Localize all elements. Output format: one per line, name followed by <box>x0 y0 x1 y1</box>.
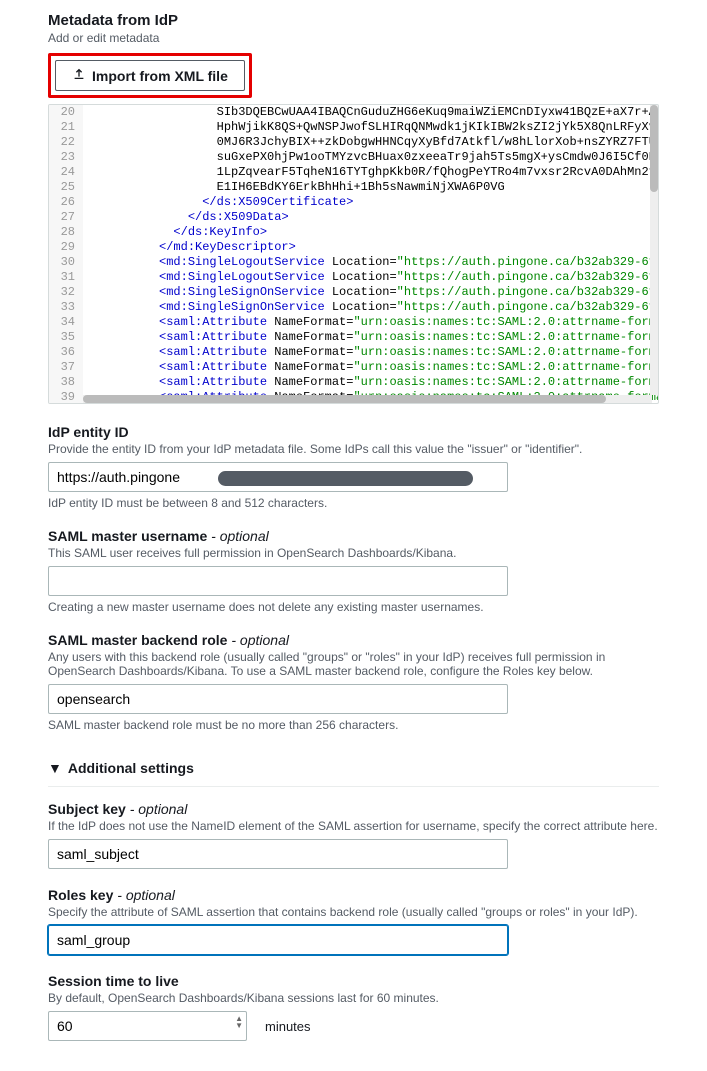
metadata-desc: Add or edit metadata <box>48 31 659 45</box>
master-role-label: SAML master backend role - optional <box>48 632 659 648</box>
stepper-up-icon[interactable]: ▲ <box>235 1015 243 1022</box>
subject-key-label: Subject key - optional <box>48 801 659 817</box>
entity-id-hint: IdP entity ID must be between 8 and 512 … <box>48 496 659 510</box>
code-line: 20 SIb3DQEBCwUAA4IBAQCnGuduZHG6eKuq9maiW… <box>49 105 658 120</box>
roles-key-help: Specify the attribute of SAML assertion … <box>48 905 659 919</box>
session-unit: minutes <box>265 1019 311 1034</box>
session-ttl-input[interactable] <box>48 1011 247 1041</box>
code-line: 26 </ds:X509Certificate> <box>49 195 658 210</box>
code-line: 28 </ds:KeyInfo> <box>49 225 658 240</box>
code-line: 21 HphWjikK8QS+QwNSPJwofSLHIRqQNMwdk1jKI… <box>49 120 658 135</box>
code-line: 31 <md:SingleLogoutService Location="htt… <box>49 270 658 285</box>
code-line: 32 <md:SingleSignOnService Location="htt… <box>49 285 658 300</box>
roles-key-label: Roles key - optional <box>48 887 659 903</box>
xml-code-editor[interactable]: 20 SIb3DQEBCwUAA4IBAQCnGuduZHG6eKuq9maiW… <box>48 104 659 404</box>
master-user-label: SAML master username - optional <box>48 528 659 544</box>
code-line: 22 0MJ6R3JchyBIX++zkDobgwHHNCqyXyBfd7Atk… <box>49 135 658 150</box>
entity-id-help: Provide the entity ID from your IdP meta… <box>48 442 659 456</box>
master-role-hint: SAML master backend role must be no more… <box>48 718 659 732</box>
code-line: 38 <saml:Attribute NameFormat="urn:oasis… <box>49 375 658 390</box>
metadata-title: Metadata from IdP <box>48 12 659 29</box>
code-line: 34 <saml:Attribute NameFormat="urn:oasis… <box>49 315 658 330</box>
master-role-help: Any users with this backend role (usuall… <box>48 650 659 678</box>
redacted-overlay <box>218 471 473 486</box>
upload-icon <box>72 67 86 84</box>
master-user-hint: Creating a new master username does not … <box>48 600 659 614</box>
master-user-input[interactable] <box>48 566 508 596</box>
code-line: 27 </ds:X509Data> <box>49 210 658 225</box>
master-user-help: This SAML user receives full permission … <box>48 546 659 560</box>
chevron-down-icon: ▼ <box>48 760 62 776</box>
master-role-input[interactable] <box>48 684 508 714</box>
session-help: By default, OpenSearch Dashboards/Kibana… <box>48 991 659 1005</box>
additional-settings-toggle[interactable]: ▼ Additional settings <box>48 750 659 787</box>
horizontal-scrollbar[interactable] <box>83 395 652 403</box>
code-line: 33 <md:SingleSignOnService Location="htt… <box>49 300 658 315</box>
roles-key-input[interactable] <box>48 925 508 955</box>
subject-key-input[interactable] <box>48 839 508 869</box>
import-highlight: Import from XML file <box>48 53 252 98</box>
code-line: 37 <saml:Attribute NameFormat="urn:oasis… <box>49 360 658 375</box>
import-xml-button[interactable]: Import from XML file <box>55 60 245 91</box>
code-line: 25 E1IH6EBdKY6ErkBhHhi+1Bh5sNawmiNjXWA6P… <box>49 180 658 195</box>
code-line: 29 </md:KeyDescriptor> <box>49 240 658 255</box>
stepper-down-icon[interactable]: ▼ <box>235 1022 243 1029</box>
vertical-scrollbar[interactable] <box>650 105 658 395</box>
import-xml-label: Import from XML file <box>92 68 228 84</box>
subject-key-help: If the IdP does not use the NameID eleme… <box>48 819 659 833</box>
code-line: 24 1LpZqvearF5TqheN16TYTghpKkb0R/fQhogPe… <box>49 165 658 180</box>
code-line: 30 <md:SingleLogoutService Location="htt… <box>49 255 658 270</box>
code-line: 36 <saml:Attribute NameFormat="urn:oasis… <box>49 345 658 360</box>
entity-id-label: IdP entity ID <box>48 424 659 440</box>
code-line: 23 suGxePX0hjPw1ooTMYzvcBHuax0zxeeaTr9ja… <box>49 150 658 165</box>
code-line: 35 <saml:Attribute NameFormat="urn:oasis… <box>49 330 658 345</box>
additional-settings-label: Additional settings <box>68 760 194 776</box>
session-label: Session time to live <box>48 973 659 989</box>
